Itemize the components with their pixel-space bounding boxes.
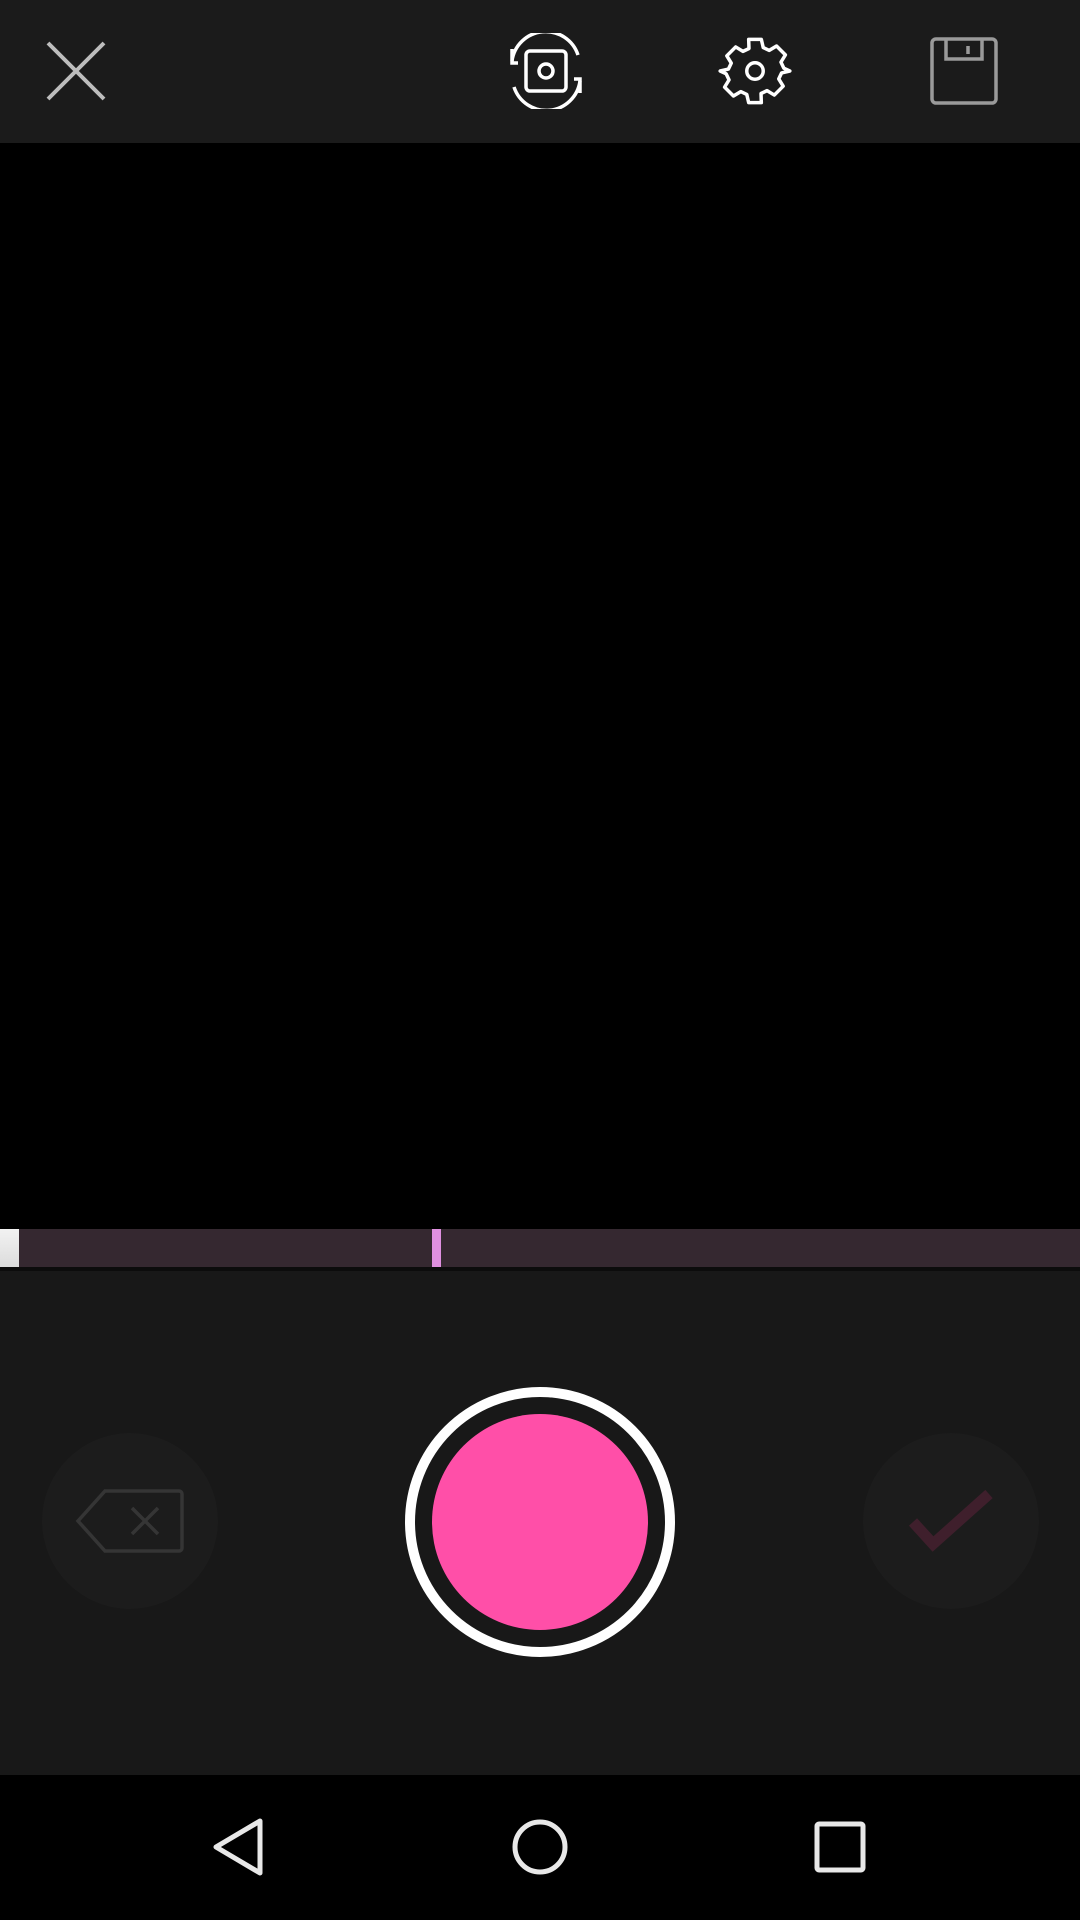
backspace-delete-icon xyxy=(75,1489,184,1553)
gear-icon xyxy=(718,37,792,105)
recents-icon xyxy=(814,1821,866,1873)
close-button[interactable] xyxy=(31,26,121,116)
recording-controls xyxy=(0,1271,1080,1775)
settings-button[interactable] xyxy=(710,26,800,116)
system-navigation-bar xyxy=(0,1775,1080,1920)
save-button[interactable] xyxy=(919,26,1009,116)
back-icon xyxy=(213,1818,263,1876)
confirm-button[interactable] xyxy=(863,1433,1039,1609)
close-icon xyxy=(46,41,106,101)
switch-camera-button[interactable] xyxy=(501,26,591,116)
switch-camera-icon xyxy=(510,33,582,109)
record-button[interactable] xyxy=(405,1387,675,1657)
nav-recents-button[interactable] xyxy=(800,1811,880,1883)
camera-viewfinder[interactable] xyxy=(0,143,1080,1229)
nav-back-button[interactable] xyxy=(200,1811,280,1883)
recording-progress-bar xyxy=(0,1229,1080,1267)
save-icon xyxy=(930,37,998,105)
record-button-fill xyxy=(432,1414,648,1630)
check-icon xyxy=(909,1489,993,1552)
minimum-length-marker xyxy=(432,1229,441,1267)
recorded-progress-fill xyxy=(0,1229,20,1267)
top-toolbar xyxy=(0,0,1080,143)
delete-segment-button[interactable] xyxy=(42,1433,218,1609)
nav-home-button[interactable] xyxy=(500,1811,580,1883)
home-icon xyxy=(512,1819,568,1875)
